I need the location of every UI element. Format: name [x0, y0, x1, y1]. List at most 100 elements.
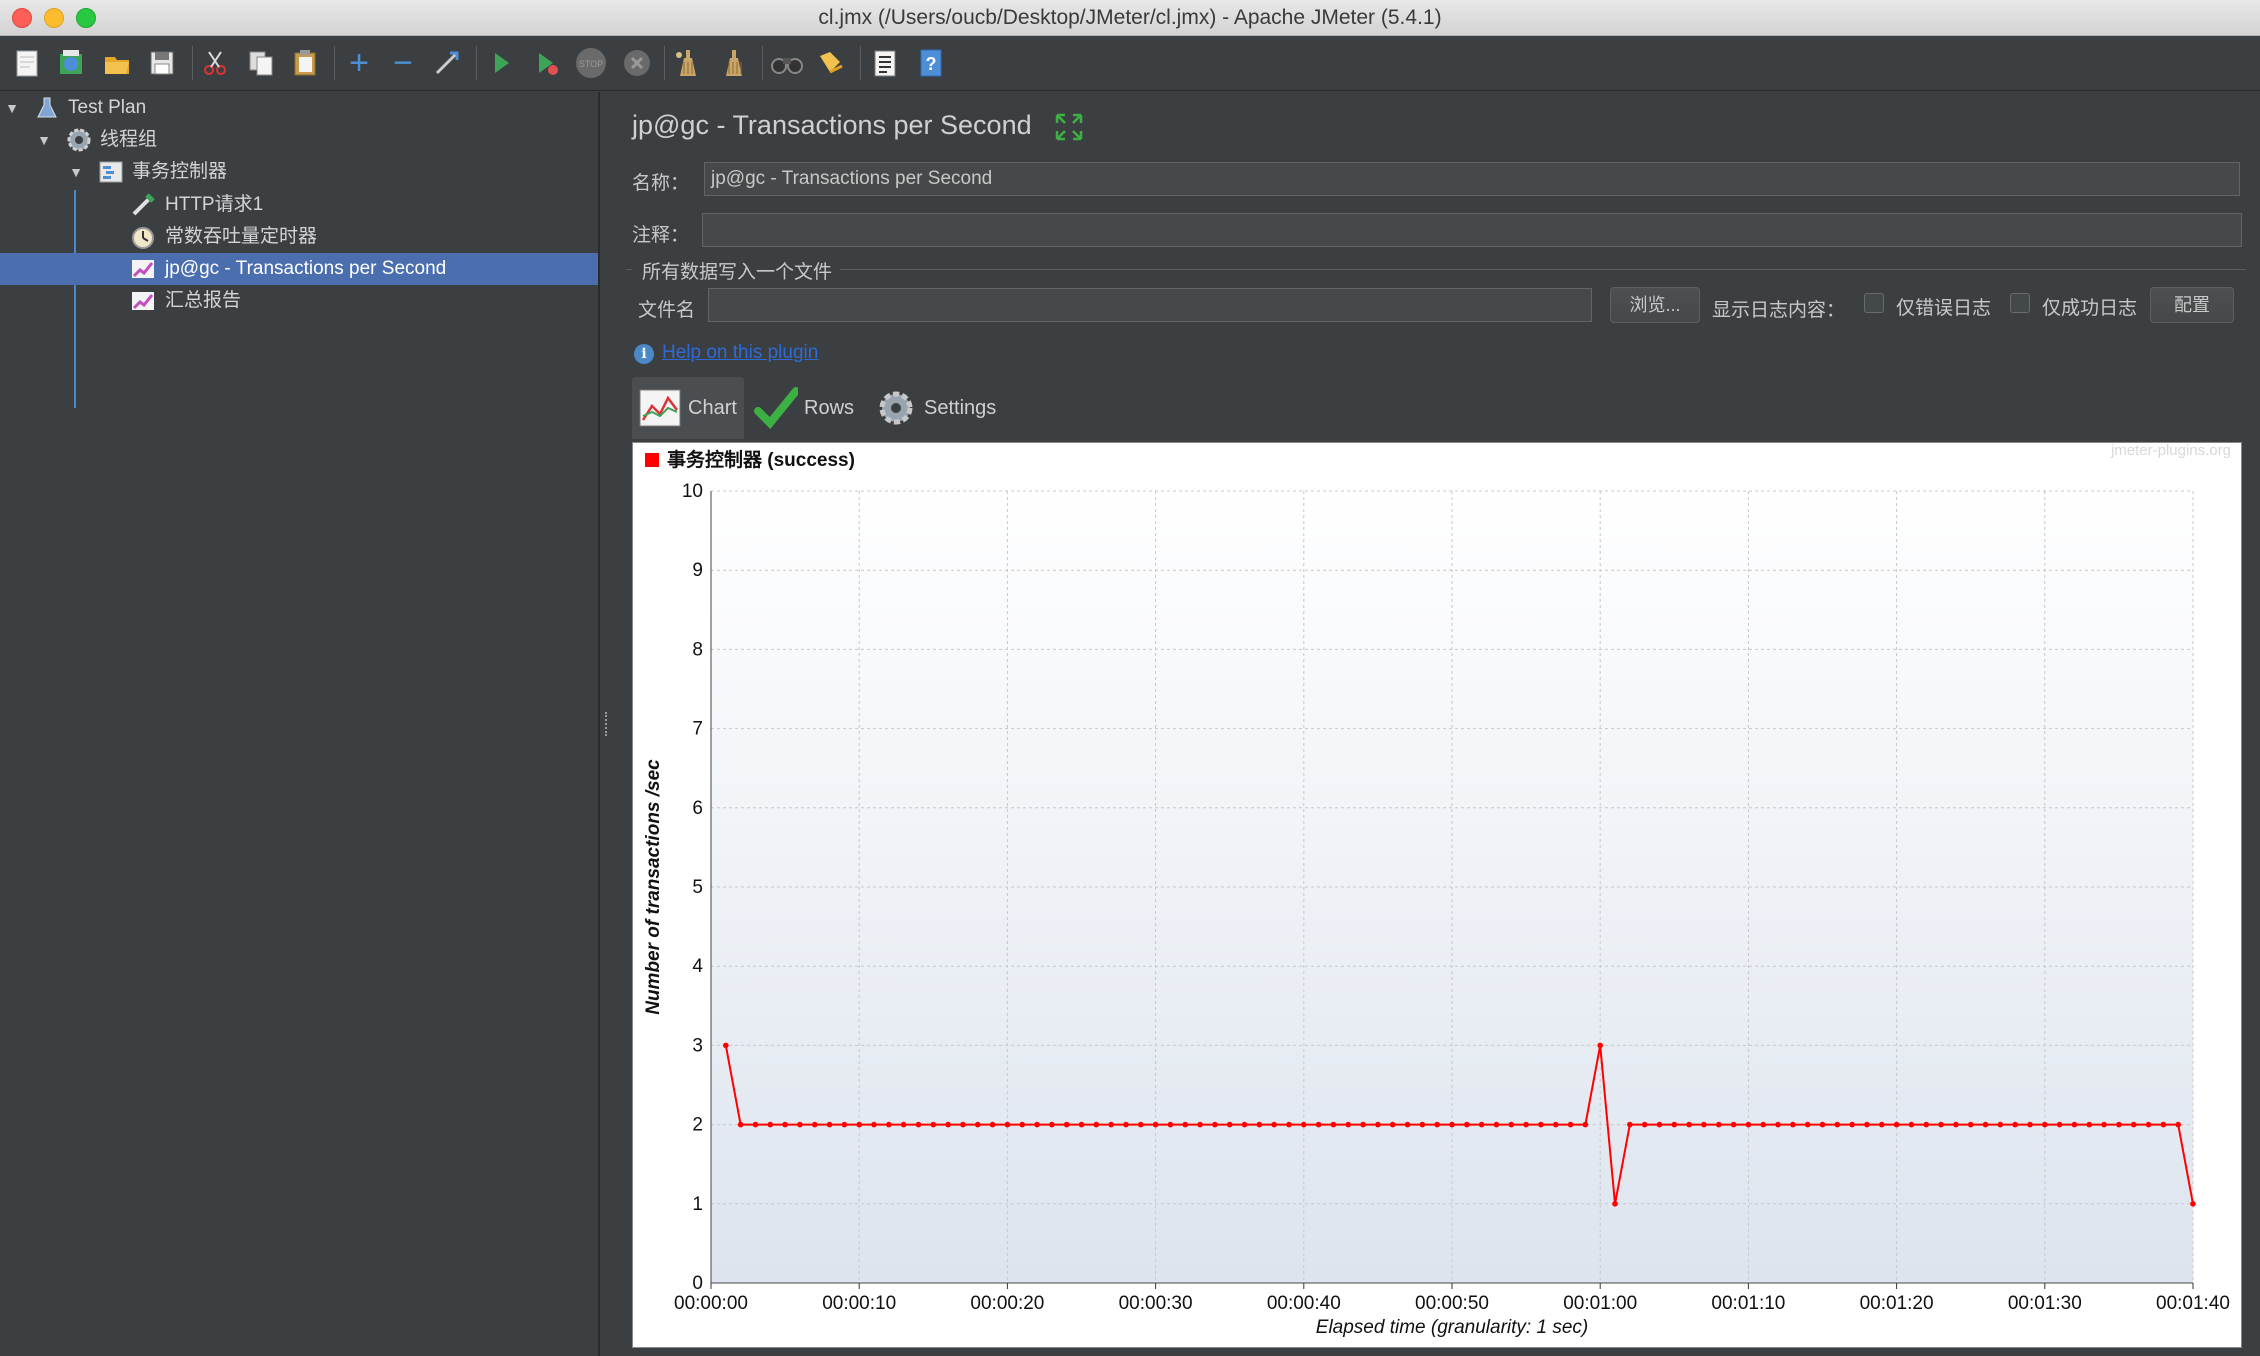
- timer-icon: [130, 224, 156, 250]
- graph-icon: [130, 288, 156, 314]
- data-point: [1375, 1121, 1381, 1128]
- stop-icon[interactable]: STOP: [572, 44, 610, 82]
- data-point: [1878, 1121, 1885, 1128]
- data-point: [1923, 1121, 1930, 1128]
- data-point: [811, 1121, 818, 1128]
- tree-item-label: jp@gc - Transactions per Second: [165, 258, 447, 279]
- data-point: [1078, 1121, 1085, 1128]
- data-point: [1745, 1121, 1752, 1128]
- x-tick-label: 00:01:00: [1563, 1293, 1637, 1314]
- copy-icon[interactable]: [242, 44, 280, 82]
- data-point: [1345, 1121, 1352, 1128]
- clear-all-icon[interactable]: [714, 44, 752, 82]
- start-icon[interactable]: [482, 44, 520, 82]
- tree-item-thread-group[interactable]: ▼ 线程组: [0, 124, 598, 156]
- comment-label: 注释：: [632, 225, 690, 246]
- data-point: [797, 1121, 803, 1128]
- data-point: [1760, 1121, 1767, 1128]
- data-point: [1167, 1121, 1174, 1128]
- tree-item-label: 事务控制器: [132, 161, 228, 182]
- x-tick-label: 00:00:20: [970, 1293, 1044, 1314]
- tab-chart[interactable]: Chart: [632, 377, 744, 439]
- data-point: [1567, 1121, 1574, 1128]
- y-tick-label: 0: [692, 1273, 703, 1294]
- data-point: [1212, 1121, 1218, 1128]
- collapse-all-icon[interactable]: −: [384, 44, 422, 82]
- templates-icon[interactable]: [52, 44, 90, 82]
- cut-icon[interactable]: [196, 44, 234, 82]
- data-point: [782, 1121, 788, 1128]
- help-icon[interactable]: ?: [912, 44, 950, 82]
- tree-item-test-plan[interactable]: ▼ Test Plan: [0, 92, 598, 124]
- data-point: [1641, 1121, 1648, 1128]
- data-point: [989, 1121, 996, 1128]
- comment-field[interactable]: [702, 213, 2242, 247]
- maximize-panel-icon[interactable]: [1054, 112, 1084, 142]
- paste-icon[interactable]: [286, 44, 324, 82]
- data-point: [1523, 1121, 1529, 1128]
- data-point: [1271, 1121, 1277, 1128]
- data-point: [930, 1121, 937, 1128]
- name-field[interactable]: jp@gc - Transactions per Second: [704, 162, 2240, 196]
- function-helper-icon[interactable]: [866, 44, 904, 82]
- tab-settings[interactable]: Settings: [874, 377, 1014, 439]
- y-tick-label: 1: [692, 1194, 703, 1215]
- expand-all-icon[interactable]: +: [340, 44, 378, 82]
- data-point: [1360, 1121, 1366, 1128]
- search-icon[interactable]: [768, 44, 806, 82]
- tree-item-label: 汇总报告: [165, 290, 242, 311]
- tree-item-http-request[interactable]: HTTP请求1: [0, 189, 598, 221]
- tps-chart: 0 1 2 3 4 5 6 7 8 9 10 00:00:00 00:00:10 00:00:20 00:0…: [632, 442, 2242, 1348]
- tree-item-label: Test Plan: [68, 97, 147, 118]
- collapse-arrow-icon[interactable]: ▼: [34, 124, 54, 156]
- pipette-icon: [130, 192, 156, 218]
- data-point: [1997, 1121, 2004, 1128]
- filename-field[interactable]: [708, 288, 1592, 322]
- data-point: [737, 1121, 744, 1128]
- collapse-arrow-icon[interactable]: ▼: [66, 156, 86, 188]
- tree-item-constant-throughput-timer[interactable]: 常数吞吐量定时器: [0, 221, 598, 253]
- toggle-icon[interactable]: [428, 44, 466, 82]
- new-icon[interactable]: [8, 44, 46, 82]
- collapse-arrow-icon[interactable]: ▼: [2, 92, 22, 124]
- data-point: [1701, 1121, 1707, 1128]
- data-point: [1241, 1121, 1248, 1128]
- browse-button[interactable]: 浏览...: [1610, 287, 1700, 323]
- gear-icon: [66, 127, 92, 153]
- tab-label: Chart: [688, 396, 737, 419]
- toolbar: + − STOP ?: [0, 36, 2260, 91]
- data-point: [1552, 1121, 1559, 1128]
- tree-item-transaction-controller[interactable]: ▼ 事务控制器: [0, 156, 598, 188]
- errors-only-checkbox[interactable]: [1864, 293, 1884, 313]
- window-title: cl.jmx (/Users/oucb/Desktop/JMeter/cl.jm…: [818, 6, 1442, 29]
- data-point: [1330, 1121, 1337, 1128]
- reset-search-icon[interactable]: [812, 44, 850, 82]
- shutdown-icon[interactable]: [618, 44, 656, 82]
- y-tick-label: 6: [692, 798, 703, 819]
- success-only-checkbox[interactable]: [2010, 293, 2030, 313]
- clear-icon[interactable]: [668, 44, 706, 82]
- legend-swatch: [645, 453, 659, 467]
- data-point: [723, 1042, 729, 1049]
- start-no-pauses-icon[interactable]: [528, 44, 566, 82]
- data-point: [1464, 1121, 1470, 1128]
- tab-label: Settings: [924, 396, 997, 419]
- tree-item-label: 常数吞吐量定时器: [165, 226, 318, 247]
- data-point: [1938, 1121, 1944, 1128]
- split-pane-divider[interactable]: [600, 92, 614, 1356]
- data-point: [1627, 1121, 1633, 1128]
- open-icon[interactable]: [98, 44, 136, 82]
- info-icon: i: [634, 344, 654, 364]
- tree-item-transactions-per-second[interactable]: jp@gc - Transactions per Second: [0, 253, 598, 285]
- data-point: [2012, 1121, 2018, 1128]
- tree-item-summary-report[interactable]: 汇总报告: [0, 285, 598, 317]
- save-icon[interactable]: [143, 44, 181, 82]
- errors-only-label: 仅错误日志: [1896, 298, 1992, 319]
- data-point: [1597, 1042, 1603, 1049]
- tab-rows[interactable]: Rows: [754, 377, 868, 439]
- filename-label: 文件名: [638, 300, 696, 321]
- help-link[interactable]: Help on this plugin: [662, 342, 818, 364]
- data-point: [2190, 1201, 2196, 1207]
- configure-button[interactable]: 配置: [2150, 287, 2234, 323]
- data-point: [1049, 1121, 1055, 1128]
